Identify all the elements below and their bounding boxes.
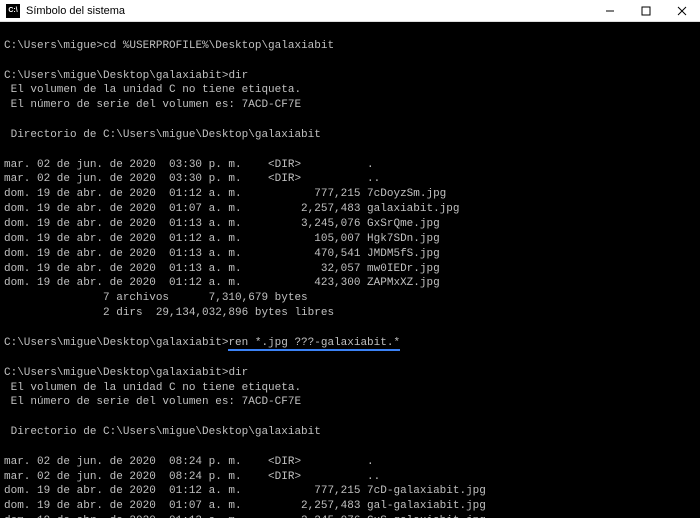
dir-row: dom. 19 de abr. de 2020 01:12 a. m. 423,… (4, 277, 440, 289)
prompt: C:\Users\migue\Desktop\galaxiabit> (4, 367, 228, 379)
dirof-line: Directorio de C:\Users\migue\Desktop\gal… (4, 129, 321, 141)
window-buttons (592, 0, 700, 21)
dir-row: mar. 02 de jun. de 2020 03:30 p. m. <DIR… (4, 159, 374, 171)
dirof-line: Directorio de C:\Users\migue\Desktop\gal… (4, 426, 321, 438)
cmd-icon: C:\ (6, 4, 20, 18)
dir-row: dom. 19 de abr. de 2020 01:13 a. m. 32,0… (4, 263, 440, 275)
serial-line: El número de serie del volumen es: 7ACD-… (4, 396, 301, 408)
command: cd %USERPROFILE%\Desktop\galaxiabit (103, 40, 334, 52)
prompt: C:\Users\migue> (4, 40, 103, 52)
volume-line: El volumen de la unidad C no tiene etiqu… (4, 382, 301, 394)
dir-row: dom. 19 de abr. de 2020 01:12 a. m. 777,… (4, 188, 446, 200)
dir-row: mar. 02 de jun. de 2020 08:24 p. m. <DIR… (4, 456, 374, 468)
serial-line: El número de serie del volumen es: 7ACD-… (4, 99, 301, 111)
dir-row: dom. 19 de abr. de 2020 01:12 a. m. 105,… (4, 233, 440, 245)
volume-line: El volumen de la unidad C no tiene etiqu… (4, 84, 301, 96)
minimize-button[interactable] (592, 0, 628, 21)
dir-row: dom. 19 de abr. de 2020 01:07 a. m. 2,25… (4, 500, 486, 512)
window-titlebar: C:\ Símbolo del sistema (0, 0, 700, 22)
dir-row: dom. 19 de abr. de 2020 01:07 a. m. 2,25… (4, 203, 459, 215)
prompt: C:\Users\migue\Desktop\galaxiabit> (4, 337, 228, 349)
ren-command-highlighted: ren *.jpg ???-galaxiabit.* (228, 337, 400, 351)
summary-files: 7 archivos 7,310,679 bytes (4, 292, 308, 304)
window-title: Símbolo del sistema (26, 5, 592, 17)
command: dir (228, 367, 248, 379)
terminal-output[interactable]: C:\Users\migue>cd %USERPROFILE%\Desktop\… (0, 22, 700, 518)
dir-row: mar. 02 de jun. de 2020 08:24 p. m. <DIR… (4, 471, 380, 483)
dir-row: mar. 02 de jun. de 2020 03:30 p. m. <DIR… (4, 173, 380, 185)
prompt: C:\Users\migue\Desktop\galaxiabit> (4, 70, 228, 82)
close-button[interactable] (664, 0, 700, 21)
maximize-button[interactable] (628, 0, 664, 21)
summary-dirs: 2 dirs 29,134,032,896 bytes libres (4, 307, 334, 319)
dir-row: dom. 19 de abr. de 2020 01:12 a. m. 777,… (4, 485, 486, 497)
dir-row: dom. 19 de abr. de 2020 01:13 a. m. 3,24… (4, 218, 440, 230)
dir-row: dom. 19 de abr. de 2020 01:13 a. m. 470,… (4, 248, 440, 260)
command: dir (228, 70, 248, 82)
